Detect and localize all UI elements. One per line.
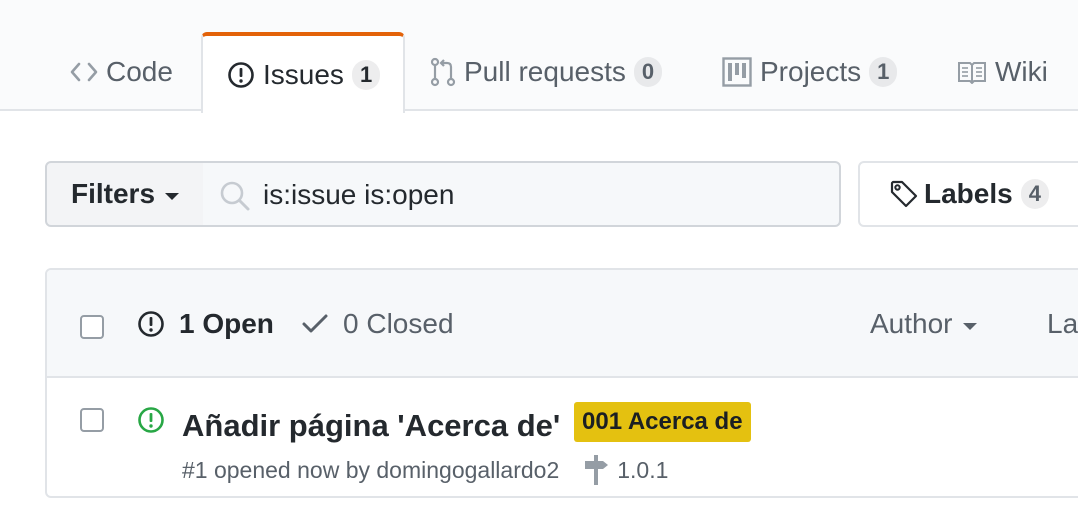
projects-counter: 1 — [869, 56, 898, 87]
issue-title-link[interactable]: Añadir página 'Acerca de' — [182, 408, 560, 444]
tab-wiki[interactable]: Wiki — [957, 32, 1048, 111]
chevron-down-icon — [962, 322, 977, 330]
tag-icon — [890, 180, 918, 208]
code-icon — [70, 61, 98, 83]
issues-counter: 1 — [351, 59, 381, 90]
open-count-label: 1 Open — [179, 308, 274, 339]
search-input[interactable] — [263, 175, 823, 215]
tab-pull-requests[interactable]: Pull requests 0 — [430, 32, 663, 111]
issue-opened-icon — [227, 61, 255, 89]
issue-meta: #1 opened now by domingogallardo2 1.0.1 — [182, 454, 668, 486]
chevron-down-icon — [165, 192, 180, 200]
tab-label: Issues — [263, 58, 344, 90]
issue-opened-icon — [137, 310, 165, 338]
tab-code[interactable]: Code — [70, 32, 173, 111]
issue-label-badge[interactable]: 001 Acerca de — [574, 402, 751, 442]
closed-issues-filter[interactable]: 0 Closed — [301, 308, 454, 340]
project-icon — [722, 56, 752, 87]
issue-opened-icon — [137, 406, 165, 439]
tab-label: Projects — [760, 55, 862, 87]
author-filter-label: Author — [870, 308, 953, 339]
select-all-checkbox[interactable] — [80, 315, 104, 339]
issues-list-header: 1 Open 0 Closed Author La — [47, 270, 1078, 378]
labels-button[interactable]: Labels 4 — [858, 161, 1078, 227]
issue-checkbox[interactable] — [80, 408, 104, 432]
milestone-icon — [583, 454, 609, 486]
tab-label: Pull requests — [464, 55, 626, 87]
pull-requests-counter: 0 — [633, 56, 663, 87]
book-icon — [957, 60, 987, 84]
tab-projects[interactable]: Projects 1 — [722, 32, 898, 111]
labels-counter: 4 — [1020, 179, 1049, 209]
filters-button[interactable]: Filters — [45, 161, 205, 227]
repo-nav: Code Issues 1 Pull requests 0 Projects 1… — [0, 0, 1078, 113]
closed-count-label: 0 Closed — [343, 308, 454, 339]
issue-meta-text: #1 opened now by — [182, 456, 370, 483]
check-icon — [301, 312, 329, 336]
open-issues-filter[interactable]: 1 Open — [137, 308, 274, 340]
label-filter-dropdown[interactable]: La — [1047, 308, 1078, 340]
search-icon — [219, 180, 251, 217]
label-filter-label: La — [1047, 308, 1078, 339]
issue-author-link[interactable]: domingogallardo2 — [376, 457, 559, 484]
filters-label: Filters — [71, 178, 156, 209]
labels-label: Labels — [924, 178, 1013, 209]
author-filter-dropdown[interactable]: Author — [870, 308, 977, 340]
tab-label: Wiki — [995, 55, 1048, 87]
milestone-label: 1.0.1 — [617, 456, 669, 483]
issues-list: 1 Open 0 Closed Author La Añadir página … — [45, 268, 1078, 498]
milestone-link[interactable]: 1.0.1 — [583, 454, 668, 486]
issues-search-box — [203, 161, 841, 227]
issue-row: Añadir página 'Acerca de' 001 Acerca de … — [47, 378, 1078, 496]
tab-label: Code — [106, 55, 173, 87]
git-pull-request-icon — [430, 57, 456, 87]
tab-issues[interactable]: Issues 1 — [201, 32, 405, 113]
